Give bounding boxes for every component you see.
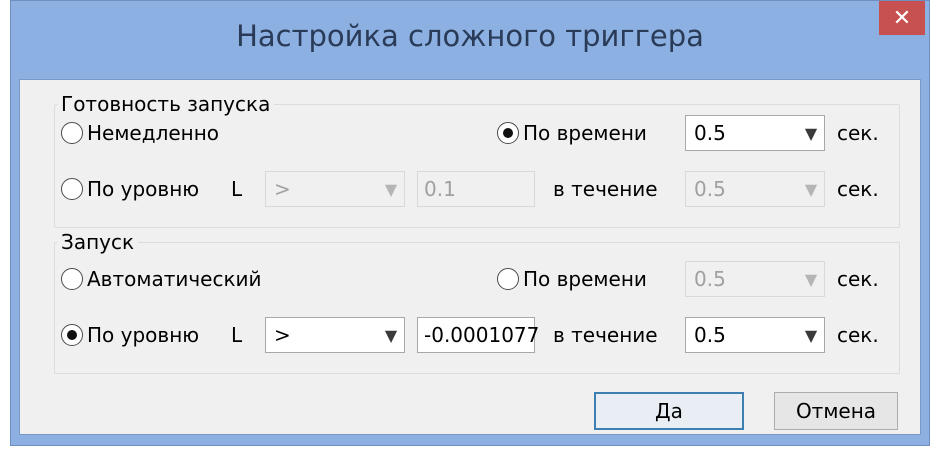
radio-label: По времени	[523, 267, 647, 291]
readiness-by-level-radio[interactable]: По уровню	[61, 177, 199, 201]
radio-icon	[61, 268, 83, 290]
trigger-channel-label: L	[231, 323, 243, 347]
readiness-during-label: в течение	[553, 177, 658, 201]
select-value: 0.5	[694, 177, 726, 201]
dialog-body: Готовность запуска Немедленно По времени…	[19, 79, 921, 435]
chevron-down-icon: ▼	[804, 123, 818, 143]
radio-label: По уровню	[87, 177, 200, 201]
trigger-time-unit: сек.	[837, 267, 879, 291]
readiness-time-unit: сек.	[837, 121, 879, 145]
trigger-level-input[interactable]: -0.0001077	[417, 317, 539, 353]
trigger-condition-select[interactable]: > ▼	[265, 317, 405, 353]
close-button[interactable]: ✕	[879, 1, 925, 35]
select-value: >	[274, 323, 291, 347]
radio-icon	[61, 122, 83, 144]
chevron-down-icon: ▼	[804, 269, 818, 289]
trigger-by-time-radio[interactable]: По времени	[497, 267, 647, 291]
chevron-down-icon: ▼	[384, 325, 398, 345]
dialog-window: Настройка сложного триггера ✕ Готовность…	[10, 0, 930, 446]
title-bar: Настройка сложного триггера ✕	[11, 1, 929, 79]
radio-label: По времени	[523, 121, 647, 145]
readiness-by-time-radio[interactable]: По времени	[497, 121, 647, 145]
select-value: 0.5	[694, 323, 726, 347]
radio-icon	[61, 324, 83, 346]
radio-icon	[497, 122, 519, 144]
radio-label: Немедленно	[87, 121, 220, 145]
readiness-group: Готовность запуска Немедленно По времени…	[54, 92, 900, 228]
trigger-during-label: в течение	[553, 323, 658, 347]
trigger-time-select[interactable]: 0.5 ▼	[685, 261, 825, 297]
readiness-time-select[interactable]: 0.5 ▼	[685, 115, 825, 151]
trigger-group: Запуск Автоматический По времени 0.5 ▼ с…	[54, 230, 900, 374]
readiness-level-input[interactable]: 0.1	[417, 171, 535, 207]
radio-icon	[497, 268, 519, 290]
chevron-down-icon: ▼	[384, 179, 398, 199]
select-value: 0.5	[694, 267, 726, 291]
chevron-down-icon: ▼	[804, 179, 818, 199]
close-icon: ✕	[892, 5, 912, 31]
readiness-duration-unit: сек.	[837, 177, 879, 201]
select-value: >	[274, 177, 291, 201]
radio-label: По уровню	[87, 323, 200, 347]
trigger-group-title: Запуск	[57, 230, 139, 254]
radio-label: Автоматический	[87, 267, 262, 291]
dialog-title: Настройка сложного триггера	[236, 19, 704, 53]
readiness-group-title: Готовность запуска	[57, 92, 275, 116]
trigger-duration-unit: сек.	[837, 323, 879, 347]
readiness-immediately-radio[interactable]: Немедленно	[61, 121, 219, 145]
readiness-condition-select[interactable]: > ▼	[265, 171, 405, 207]
trigger-automatic-radio[interactable]: Автоматический	[61, 267, 262, 291]
cancel-button[interactable]: Отмена	[774, 392, 898, 430]
ok-button[interactable]: Да	[594, 392, 744, 430]
readiness-duration-select[interactable]: 0.5 ▼	[685, 171, 825, 207]
radio-icon	[61, 178, 83, 200]
select-value: 0.5	[694, 121, 726, 145]
trigger-by-level-radio[interactable]: По уровню	[61, 323, 199, 347]
chevron-down-icon: ▼	[804, 325, 818, 345]
readiness-channel-label: L	[231, 177, 243, 201]
trigger-duration-select[interactable]: 0.5 ▼	[685, 317, 825, 353]
